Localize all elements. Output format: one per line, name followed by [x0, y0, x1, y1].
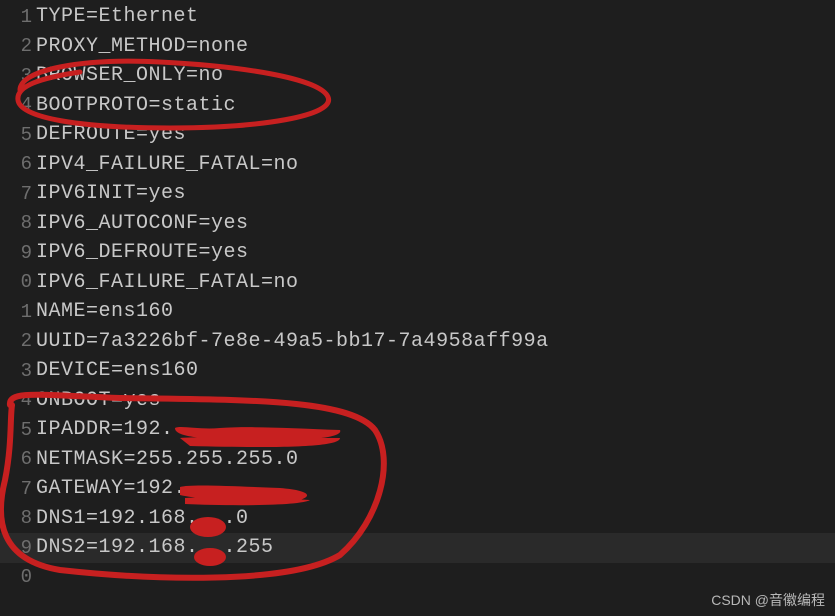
line-content[interactable]: BROWSER_ONLY=no — [36, 64, 224, 87]
line-content[interactable]: TYPE=Ethernet — [36, 5, 199, 28]
editor-line[interactable]: 5IPADDR=192. — [0, 415, 835, 445]
line-number: 2 — [0, 35, 36, 57]
line-content[interactable]: NAME=ens160 — [36, 300, 174, 323]
editor-line[interactable]: 0 — [0, 563, 835, 593]
line-number: 7 — [0, 478, 36, 500]
line-number: 6 — [0, 448, 36, 470]
line-content[interactable]: DNS1=192.168. .0 — [36, 507, 249, 530]
editor-line[interactable]: 5DEFROUTE=yes — [0, 120, 835, 150]
watermark-text: CSDN @音徽编程 — [711, 590, 825, 610]
editor-line[interactable]: 9IPV6_DEFROUTE=yes — [0, 238, 835, 268]
editor-line[interactable]: 8IPV6_AUTOCONF=yes — [0, 209, 835, 239]
editor-line[interactable]: 8DNS1=192.168. .0 — [0, 504, 835, 534]
line-number: 4 — [0, 389, 36, 411]
editor-line[interactable]: 4ONBOOT=yes — [0, 386, 835, 416]
line-content[interactable]: PROXY_METHOD=none — [36, 35, 249, 58]
line-content[interactable]: DNS2=192.168. .255 — [36, 536, 274, 559]
line-number: 2 — [0, 330, 36, 352]
line-number: 9 — [0, 537, 36, 559]
line-content[interactable]: DEVICE=ens160 — [36, 359, 199, 382]
line-number: 3 — [0, 360, 36, 382]
line-content[interactable]: IPV6INIT=yes — [36, 182, 186, 205]
editor-line[interactable]: 3DEVICE=ens160 — [0, 356, 835, 386]
line-content[interactable]: IPV4_FAILURE_FATAL=no — [36, 153, 299, 176]
text-editor[interactable]: 1TYPE=Ethernet2PROXY_METHOD=none3BROWSER… — [0, 0, 835, 592]
line-number: 7 — [0, 183, 36, 205]
line-number: 5 — [0, 419, 36, 441]
editor-line[interactable]: 3BROWSER_ONLY=no — [0, 61, 835, 91]
line-content[interactable]: DEFROUTE=yes — [36, 123, 186, 146]
line-content[interactable]: UUID=7a3226bf-7e8e-49a5-bb17-7a4958aff99… — [36, 330, 549, 353]
line-number: 5 — [0, 124, 36, 146]
editor-line[interactable]: 9DNS2=192.168. .255 — [0, 533, 835, 563]
editor-line[interactable]: 0IPV6_FAILURE_FATAL=no — [0, 268, 835, 298]
editor-line[interactable]: 4BOOTPROTO=static — [0, 91, 835, 121]
editor-line[interactable]: 7GATEWAY=192. — [0, 474, 835, 504]
line-number: 1 — [0, 301, 36, 323]
editor-line[interactable]: 1TYPE=Ethernet — [0, 2, 835, 32]
editor-line[interactable]: 2UUID=7a3226bf-7e8e-49a5-bb17-7a4958aff9… — [0, 327, 835, 357]
line-content[interactable]: IPV6_AUTOCONF=yes — [36, 212, 249, 235]
editor-line[interactable]: 1NAME=ens160 — [0, 297, 835, 327]
editor-line[interactable]: 6IPV4_FAILURE_FATAL=no — [0, 150, 835, 180]
line-number: 9 — [0, 242, 36, 264]
line-content[interactable]: BOOTPROTO=static — [36, 94, 236, 117]
line-number: 6 — [0, 153, 36, 175]
line-content[interactable]: IPV6_FAILURE_FATAL=no — [36, 271, 299, 294]
line-content[interactable]: ONBOOT=yes — [36, 389, 161, 412]
line-content[interactable]: GATEWAY=192. — [36, 477, 186, 500]
editor-line[interactable]: 7IPV6INIT=yes — [0, 179, 835, 209]
line-number: 3 — [0, 65, 36, 87]
line-number: 8 — [0, 212, 36, 234]
line-number: 0 — [0, 566, 36, 588]
line-content[interactable]: IPADDR=192. — [36, 418, 174, 441]
line-number: 1 — [0, 6, 36, 28]
line-number: 0 — [0, 271, 36, 293]
line-number: 4 — [0, 94, 36, 116]
line-content[interactable]: NETMASK=255.255.255.0 — [36, 448, 299, 471]
line-number: 8 — [0, 507, 36, 529]
editor-line[interactable]: 2PROXY_METHOD=none — [0, 32, 835, 62]
line-content[interactable]: IPV6_DEFROUTE=yes — [36, 241, 249, 264]
editor-line[interactable]: 6NETMASK=255.255.255.0 — [0, 445, 835, 475]
